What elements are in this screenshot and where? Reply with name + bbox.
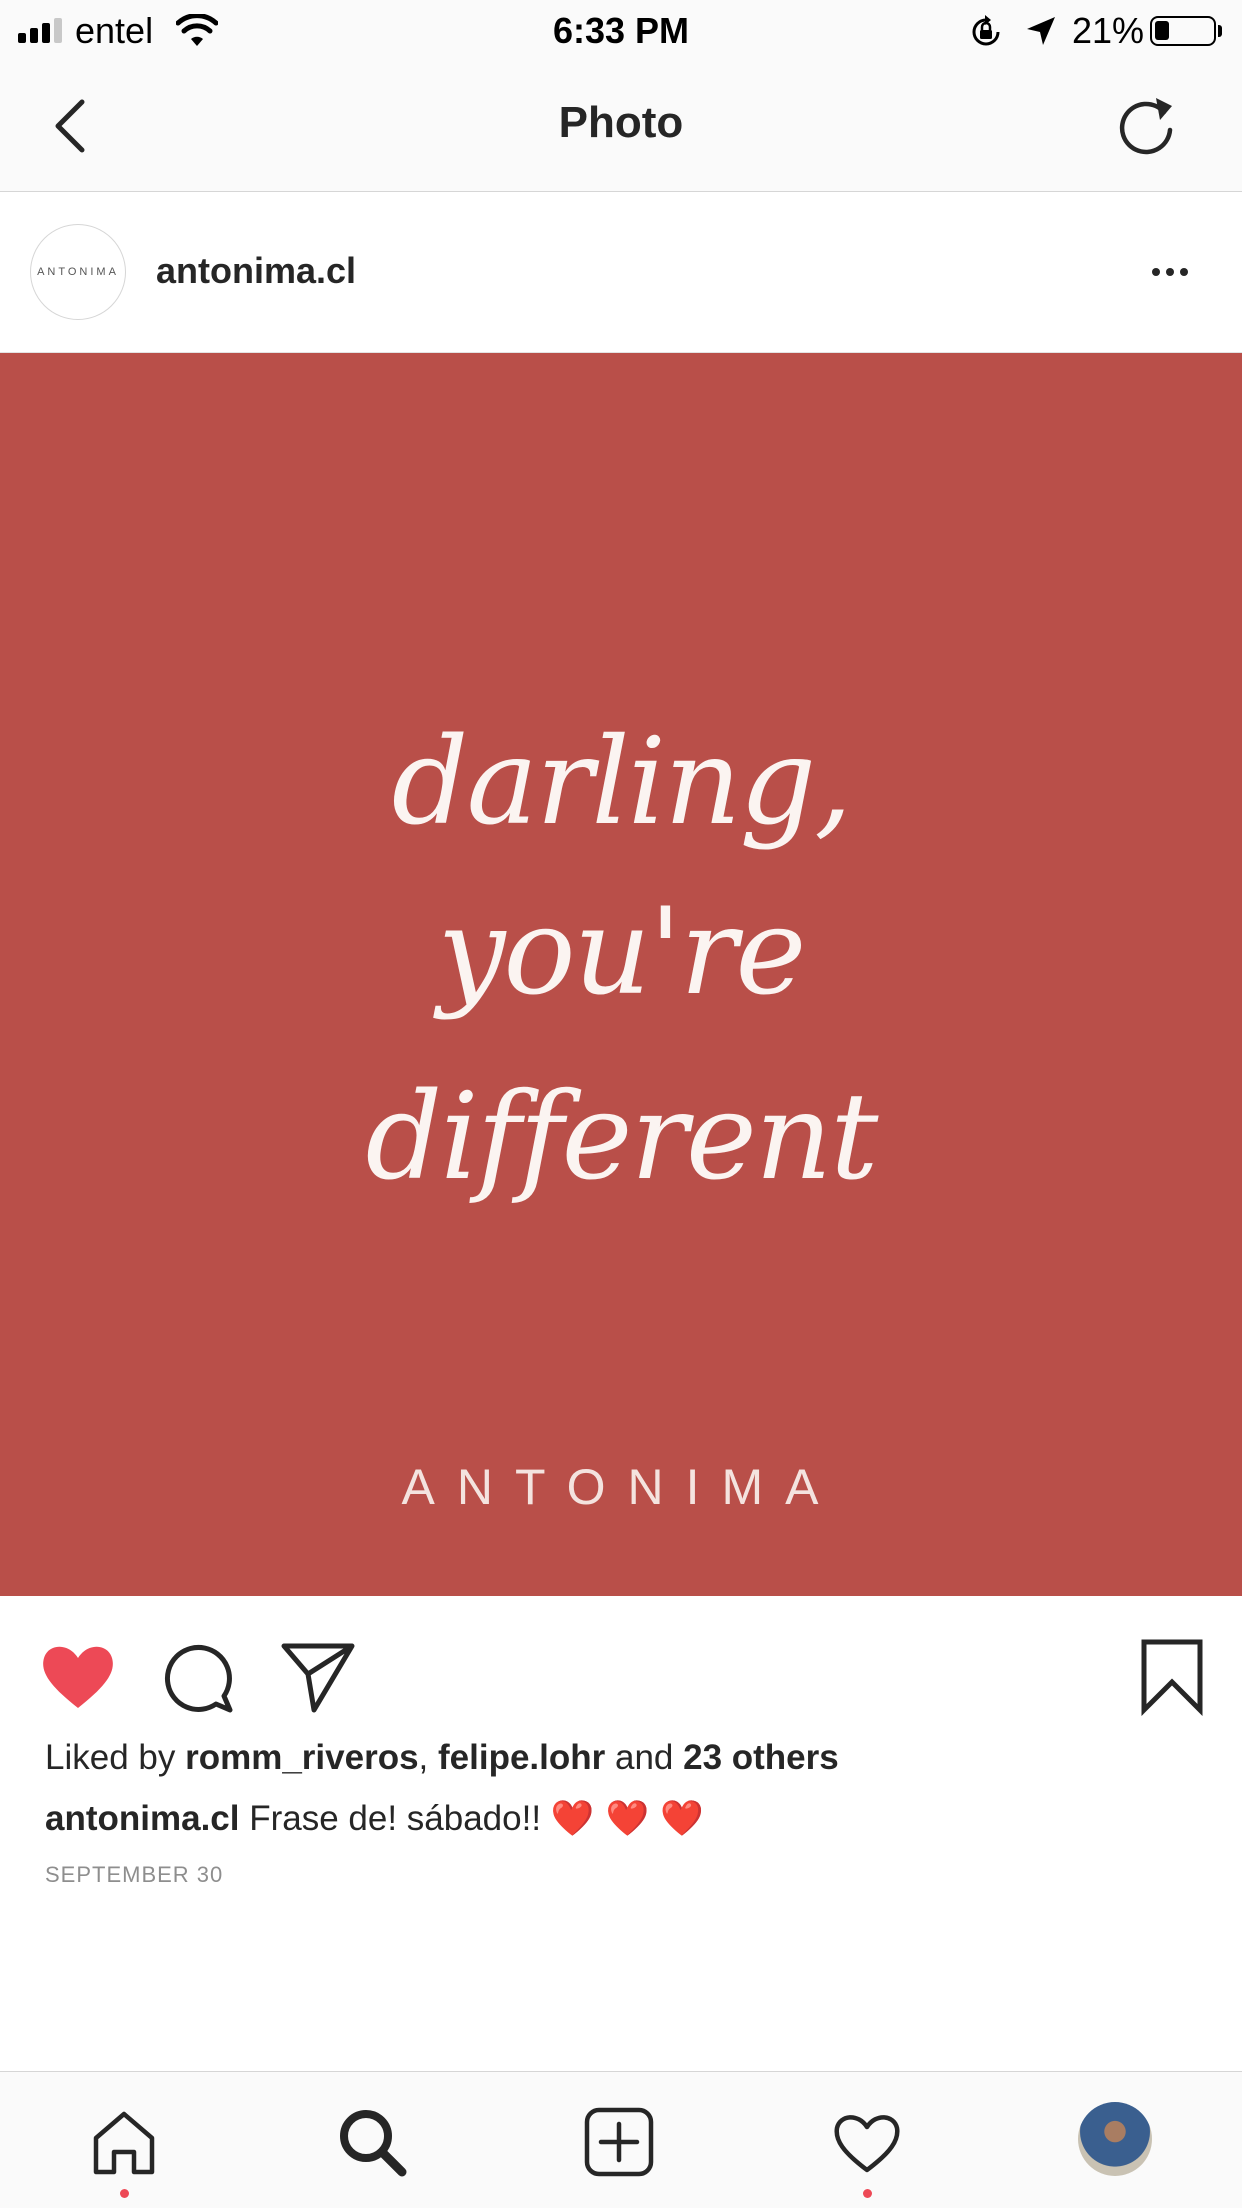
caption-text: Frase de! sábado!! <box>239 1799 551 1838</box>
image-text-line-2: you're <box>437 883 807 1022</box>
activity-icon[interactable] <box>831 2106 903 2178</box>
status-bar: entel 6:33 PM 21% <box>0 0 1242 62</box>
page-title: Photo <box>558 98 684 147</box>
caption-username[interactable]: antonima.cl <box>45 1799 239 1838</box>
post-username[interactable]: antonima.cl <box>156 250 356 292</box>
liker-username-1[interactable]: romm_riveros <box>185 1738 418 1777</box>
likes-separator: , <box>418 1738 438 1777</box>
heart-icon[interactable] <box>38 1636 118 1716</box>
likes-others-link[interactable]: 23 others <box>683 1738 839 1777</box>
bookmark-icon[interactable] <box>1132 1636 1212 1716</box>
image-text-line-3: different <box>365 1068 879 1207</box>
post-image[interactable]: darling, you're different ANTONIMA <box>0 353 1242 1596</box>
location-arrow-icon <box>1027 17 1055 45</box>
new-post-icon[interactable] <box>583 2106 655 2178</box>
liker-username-2[interactable]: felipe.lohr <box>438 1738 605 1777</box>
refresh-icon[interactable] <box>1112 92 1182 162</box>
battery-tip <box>1218 25 1222 37</box>
caption: antonima.cl Frase de! sábado!! ❤️ ❤️ ❤️ <box>45 1798 704 1839</box>
activity-notification-dot <box>863 2189 872 2198</box>
image-brand-text: ANTONIMA <box>401 1459 841 1515</box>
share-icon[interactable] <box>278 1636 358 1716</box>
avatar-logo-text: ANTONIMA <box>37 266 119 278</box>
profile-avatar[interactable] <box>1078 2102 1152 2176</box>
home-notification-dot <box>120 2189 129 2198</box>
likes-line: Liked by romm_riveros, felipe.lohr and 2… <box>45 1738 839 1778</box>
image-text-line-1: darling, <box>391 713 853 852</box>
nav-bar: Photo <box>0 62 1242 192</box>
more-options-icon[interactable] <box>1152 268 1188 276</box>
likes-conjunction: and <box>605 1738 684 1777</box>
caption-emoji: ❤️ ❤️ ❤️ <box>550 1799 704 1839</box>
likes-prefix: Liked by <box>45 1738 186 1777</box>
home-icon[interactable] <box>88 2106 160 2178</box>
battery-icon <box>1150 16 1216 46</box>
rotation-lock-icon <box>972 15 1000 46</box>
post-header: ANTONIMA antonima.cl <box>0 192 1242 353</box>
post-date: SEPTEMBER 30 <box>45 1862 224 1887</box>
search-icon[interactable] <box>336 2106 408 2178</box>
avatar[interactable]: ANTONIMA <box>30 224 126 320</box>
battery-percent: 21% <box>1072 10 1145 51</box>
comment-icon[interactable] <box>158 1636 238 1716</box>
tab-bar <box>0 2071 1242 2208</box>
post-actions <box>0 1596 1242 1746</box>
